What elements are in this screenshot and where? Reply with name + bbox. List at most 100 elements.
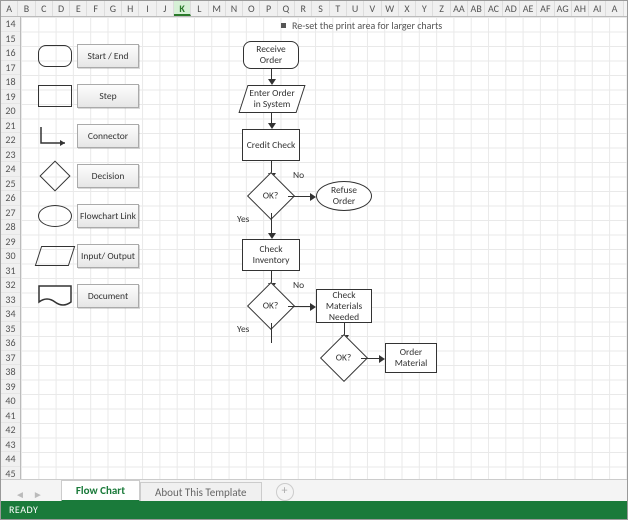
- col-header-V[interactable]: V: [364, 1, 381, 16]
- col-header-O[interactable]: O: [243, 1, 260, 16]
- col-header-C[interactable]: C: [36, 1, 53, 16]
- row-header-41[interactable]: 41: [1, 409, 20, 424]
- col-header-AF[interactable]: AF: [537, 1, 554, 16]
- sheet-tab-strip: ◄ ► Flow Chart About This Template +: [1, 479, 627, 501]
- col-header-D[interactable]: D: [53, 1, 70, 16]
- arrow: [361, 358, 381, 359]
- col-header-B[interactable]: B: [18, 1, 35, 16]
- col-header-P[interactable]: P: [260, 1, 277, 16]
- col-header-U[interactable]: U: [347, 1, 364, 16]
- legend-document-button[interactable]: Document: [77, 284, 139, 308]
- row-header-37[interactable]: 37: [1, 351, 20, 366]
- tab-about-template[interactable]: About This Template: [140, 482, 262, 502]
- tab-prev-icon[interactable]: ◄: [15, 488, 25, 501]
- col-header-S[interactable]: S: [312, 1, 329, 16]
- col-header-AH[interactable]: AH: [572, 1, 589, 16]
- col-header-G[interactable]: G: [105, 1, 122, 16]
- row-header-44[interactable]: 44: [1, 452, 20, 467]
- node-enter-order[interactable]: Enter Order in System: [238, 85, 305, 113]
- row-header-34[interactable]: 34: [1, 307, 20, 322]
- row-header-35[interactable]: 35: [1, 322, 20, 337]
- worksheet-canvas[interactable]: Re-set the print area for larger charts …: [21, 17, 627, 481]
- node-receive-order[interactable]: Receive Order: [243, 41, 299, 69]
- col-header-AG[interactable]: AG: [555, 1, 572, 16]
- legend-start-end-button[interactable]: Start / End: [77, 44, 139, 68]
- col-header-L[interactable]: L: [191, 1, 208, 16]
- row-header-24[interactable]: 24: [1, 162, 20, 177]
- row-header-18[interactable]: 18: [1, 75, 20, 90]
- label-no: No: [293, 169, 304, 181]
- row-header-20[interactable]: 20: [1, 104, 20, 119]
- row-header-31[interactable]: 31: [1, 264, 20, 279]
- legend-step-button[interactable]: Step: [77, 84, 139, 108]
- col-header-J[interactable]: J: [157, 1, 174, 16]
- column-headers[interactable]: ABCDEFGHIJKLMNOPQRSTUVWXYZAAABACADAEAFAG…: [1, 1, 627, 17]
- col-header-AC[interactable]: AC: [485, 1, 502, 16]
- node-check-inventory[interactable]: Check Inventory: [242, 239, 300, 271]
- row-header-43[interactable]: 43: [1, 438, 20, 453]
- row-header-15[interactable]: 15: [1, 32, 20, 47]
- row-header-40[interactable]: 40: [1, 394, 20, 409]
- legend-connector-button[interactable]: Connector: [77, 124, 139, 148]
- node-credit-check[interactable]: Credit Check: [242, 129, 300, 161]
- node-refuse-order[interactable]: Refuse Order: [316, 181, 372, 211]
- status-bar: READY: [1, 501, 627, 519]
- col-header-AI[interactable]: AI: [589, 1, 606, 16]
- col-header-T[interactable]: T: [330, 1, 347, 16]
- row-header-32[interactable]: 32: [1, 278, 20, 293]
- row-header-30[interactable]: 30: [1, 249, 20, 264]
- col-header-M[interactable]: M: [209, 1, 226, 16]
- row-header-14[interactable]: 14: [1, 17, 20, 32]
- row-header-38[interactable]: 38: [1, 365, 20, 380]
- col-header-X[interactable]: X: [399, 1, 416, 16]
- row-header-21[interactable]: 21: [1, 119, 20, 134]
- row-header-22[interactable]: 22: [1, 133, 20, 148]
- col-header-A[interactable]: A: [606, 1, 623, 16]
- node-check-materials[interactable]: Check Materials Needed: [316, 289, 372, 323]
- col-header-Z[interactable]: Z: [433, 1, 450, 16]
- col-header-N[interactable]: N: [226, 1, 243, 16]
- col-header-AA[interactable]: AA: [451, 1, 468, 16]
- row-header-29[interactable]: 29: [1, 235, 20, 250]
- arrow: [288, 196, 312, 197]
- row-header-42[interactable]: 42: [1, 423, 20, 438]
- tab-flow-chart[interactable]: Flow Chart: [61, 480, 140, 502]
- tab-next-icon[interactable]: ►: [33, 488, 43, 501]
- row-header-27[interactable]: 27: [1, 206, 20, 221]
- col-header-AB[interactable]: AB: [468, 1, 485, 16]
- col-header-Q[interactable]: Q: [278, 1, 295, 16]
- col-header-W[interactable]: W: [382, 1, 399, 16]
- legend-flowchart-link-button[interactable]: Flowchart Link: [77, 204, 139, 228]
- label-yes: Yes: [237, 213, 249, 225]
- col-header-K[interactable]: K: [174, 1, 191, 16]
- col-header-H[interactable]: H: [122, 1, 139, 16]
- col-header-F[interactable]: F: [87, 1, 104, 16]
- row-header-25[interactable]: 25: [1, 177, 20, 192]
- row-headers[interactable]: 1415161718192021222324252627282930313233…: [1, 17, 21, 481]
- legend-input-output-button[interactable]: Input/ Output: [77, 244, 139, 268]
- row-header-23[interactable]: 23: [1, 148, 20, 163]
- row-header-28[interactable]: 28: [1, 220, 20, 235]
- row-header-17[interactable]: 17: [1, 61, 20, 76]
- add-sheet-button[interactable]: +: [276, 483, 294, 501]
- node-order-material[interactable]: Order Material: [385, 343, 437, 373]
- col-header-I[interactable]: I: [139, 1, 156, 16]
- shape-legend: Start / End Step Connector Decision: [33, 41, 173, 321]
- row-header-33[interactable]: 33: [1, 293, 20, 308]
- col-header-R[interactable]: R: [295, 1, 312, 16]
- rect-icon: [38, 85, 72, 107]
- label-yes: Yes: [237, 323, 249, 335]
- col-header-Y[interactable]: Y: [416, 1, 433, 16]
- legend-decision-button[interactable]: Decision: [77, 164, 139, 188]
- row-header-19[interactable]: 19: [1, 90, 20, 105]
- col-header-E[interactable]: E: [70, 1, 87, 16]
- hint-text: Re-set the print area for larger charts: [292, 19, 442, 32]
- ellipse-icon: [38, 205, 72, 227]
- row-header-16[interactable]: 16: [1, 46, 20, 61]
- col-header-AD[interactable]: AD: [503, 1, 520, 16]
- col-header-A[interactable]: A: [1, 1, 18, 16]
- row-header-26[interactable]: 26: [1, 191, 20, 206]
- col-header-AE[interactable]: AE: [520, 1, 537, 16]
- row-header-36[interactable]: 36: [1, 336, 20, 351]
- row-header-39[interactable]: 39: [1, 380, 20, 395]
